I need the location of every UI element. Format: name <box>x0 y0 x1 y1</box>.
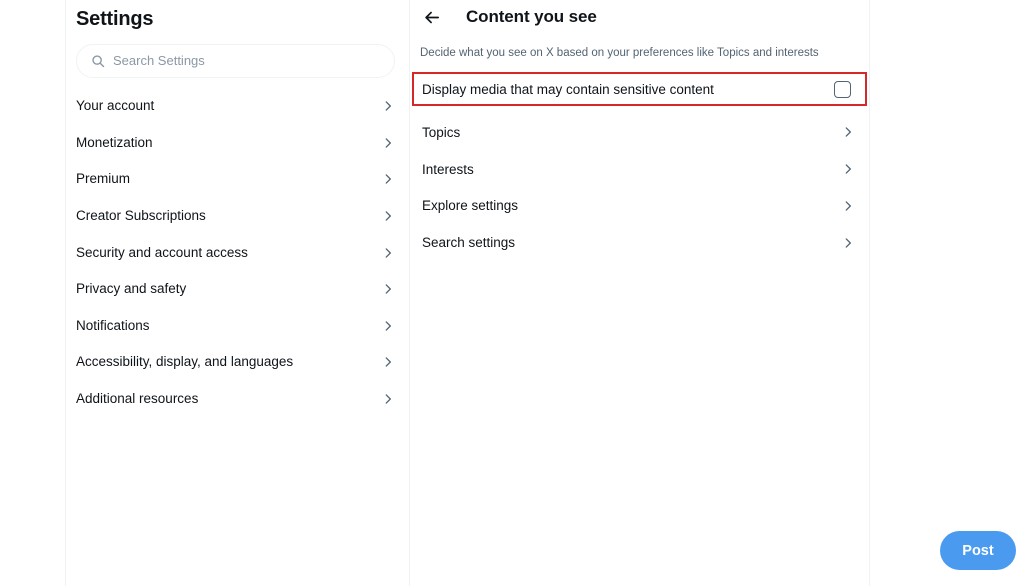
settings-title: Settings <box>66 0 409 32</box>
content-settings-list: Topics Interests Explore settings Search… <box>410 114 869 261</box>
content-item-search-settings[interactable]: Search settings <box>410 224 869 261</box>
sidebar-item-label: Notifications <box>76 317 150 335</box>
chevron-right-icon <box>381 282 395 296</box>
sidebar-item-label: Security and account access <box>76 244 248 262</box>
chevron-right-icon <box>841 199 855 213</box>
chevron-right-icon <box>381 209 395 223</box>
sensitive-media-row[interactable]: Display media that may contain sensitive… <box>410 72 869 106</box>
sidebar-item-label: Creator Subscriptions <box>76 207 206 225</box>
settings-column: Settings Your account Monetization Premi <box>66 0 409 586</box>
search-input[interactable] <box>113 44 380 78</box>
sidebar-item-premium[interactable]: Premium <box>66 161 409 198</box>
arrow-left-icon <box>424 9 441 26</box>
sidebar-item-monetization[interactable]: Monetization <box>66 125 409 162</box>
search-icon <box>91 54 105 68</box>
sidebar-item-creator-subscriptions[interactable]: Creator Subscriptions <box>66 198 409 235</box>
sidebar-item-additional-resources[interactable]: Additional resources <box>66 381 409 418</box>
chevron-right-icon <box>841 125 855 139</box>
sidebar-item-label: Your account <box>76 97 154 115</box>
chevron-right-icon <box>381 392 395 406</box>
sensitive-media-highlight-wrapper: Display media that may contain sensitive… <box>410 72 869 106</box>
search-settings-box[interactable] <box>76 44 395 78</box>
back-button[interactable] <box>420 5 444 29</box>
chevron-right-icon <box>381 246 395 260</box>
sidebar-item-security-and-account-access[interactable]: Security and account access <box>66 234 409 271</box>
content-item-label: Interests <box>422 162 474 177</box>
sidebar-item-label: Premium <box>76 170 130 188</box>
sidebar-item-label: Privacy and safety <box>76 280 186 298</box>
chevron-right-icon <box>381 136 395 150</box>
content-item-label: Explore settings <box>422 198 518 213</box>
sensitive-media-checkbox[interactable] <box>834 81 851 98</box>
right-rail-divider <box>869 0 870 586</box>
sidebar-item-your-account[interactable]: Your account <box>66 88 409 125</box>
content-item-label: Search settings <box>422 235 515 250</box>
panel-header: Content you see <box>410 0 869 34</box>
settings-nav-list: Your account Monetization Premium Creato… <box>66 88 409 417</box>
chevron-right-icon <box>381 99 395 113</box>
sidebar-item-label: Monetization <box>76 134 153 152</box>
panel-description: Decide what you see on X based on your p… <box>410 34 869 61</box>
content-item-topics[interactable]: Topics <box>410 114 869 151</box>
sidebar-item-label: Accessibility, display, and languages <box>76 353 293 371</box>
chevron-right-icon <box>841 162 855 176</box>
chevron-right-icon <box>381 319 395 333</box>
content-item-label: Topics <box>422 125 460 140</box>
content-item-interests[interactable]: Interests <box>410 151 869 188</box>
post-button[interactable]: Post <box>940 531 1016 570</box>
search-settings-wrapper <box>66 32 409 78</box>
chevron-right-icon <box>841 236 855 250</box>
chevron-right-icon <box>381 172 395 186</box>
sidebar-item-accessibility-display-and-languages[interactable]: Accessibility, display, and languages <box>66 344 409 381</box>
sidebar-item-label: Additional resources <box>76 390 198 408</box>
content-you-see-panel: Content you see Decide what you see on X… <box>410 0 869 586</box>
page-title: Content you see <box>466 7 597 27</box>
sensitive-media-label: Display media that may contain sensitive… <box>422 82 714 97</box>
chevron-right-icon <box>381 355 395 369</box>
settings-page: Settings Your account Monetization Premi <box>0 0 1024 586</box>
content-item-explore-settings[interactable]: Explore settings <box>410 188 869 225</box>
sidebar-item-notifications[interactable]: Notifications <box>66 308 409 345</box>
sidebar-item-privacy-and-safety[interactable]: Privacy and safety <box>66 271 409 308</box>
